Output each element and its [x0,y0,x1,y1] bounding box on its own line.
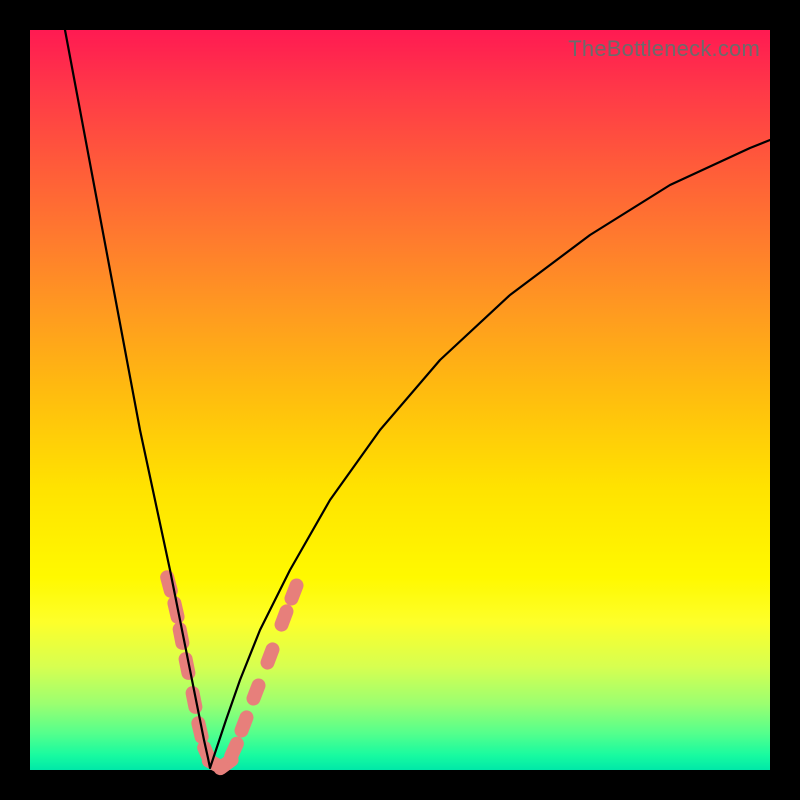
blob-marker [282,576,305,607]
blob-marker [258,640,281,671]
chart-panel: TheBottleneck.com [30,30,770,770]
blob-marker [232,708,255,739]
blob-marker [273,602,296,633]
bottleneck-curve [65,30,770,768]
curve-layer [65,30,770,768]
curve-plot [30,30,770,770]
blob-marker [159,569,180,600]
blob-marker [244,676,267,707]
blob-layer [159,569,306,778]
